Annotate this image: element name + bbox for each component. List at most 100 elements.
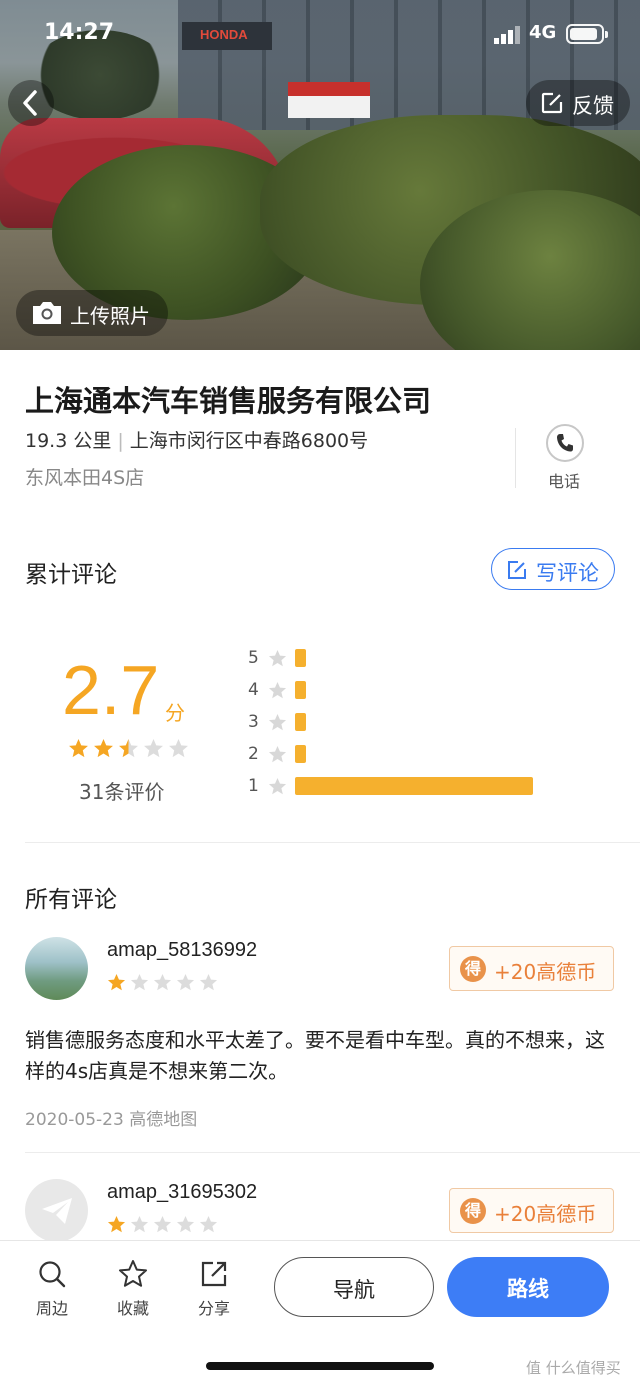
rating-star-icon xyxy=(144,739,163,758)
separator: | xyxy=(117,430,124,452)
rating-bar xyxy=(295,681,306,699)
place-distance: 19.3 公里 xyxy=(25,430,112,452)
rating-row-label: 2 xyxy=(248,744,259,764)
rating-score: 2.7 xyxy=(62,651,160,729)
review-star-icon xyxy=(107,1215,126,1233)
write-review-label: 写评论 xyxy=(536,561,599,585)
phone-button[interactable]: 电话 xyxy=(540,422,590,492)
review-star-icon xyxy=(176,973,195,991)
rating-row-4: 4 xyxy=(248,678,548,704)
place-category: 东风本田4S店 xyxy=(25,467,145,489)
place-name: 上海通本汽车销售服务有限公司 xyxy=(25,384,432,418)
rating-stars xyxy=(68,738,189,760)
rating-row-label: 4 xyxy=(248,680,259,700)
rating-row-label: 1 xyxy=(248,776,259,796)
review-username[interactable]: amap_31695302 xyxy=(107,1181,257,1204)
rating-row-label: 3 xyxy=(248,712,259,732)
share-label: 分享 xyxy=(197,1299,230,1318)
phone-icon xyxy=(557,434,573,452)
divider xyxy=(25,1152,640,1153)
camera-icon xyxy=(33,302,61,324)
navigate-button[interactable]: 导航 xyxy=(274,1257,434,1317)
write-review-button[interactable]: 写评论 xyxy=(491,548,615,590)
feedback-button[interactable]: 反馈 xyxy=(526,80,630,126)
nearby-button[interactable]: 周边 xyxy=(24,1259,80,1319)
review-star-icon xyxy=(130,1215,149,1233)
rating-row-1: 1 xyxy=(248,774,548,800)
divider xyxy=(25,842,640,843)
status-bar: 14:27 4G xyxy=(0,0,640,70)
rating-row-label: 5 xyxy=(248,648,259,668)
place-address-line: 19.3 公里 | 上海市闵行区中春路6800号 xyxy=(25,426,368,453)
rating-distribution: 5 4 3 2 1 xyxy=(248,646,548,806)
photo-honda-sign xyxy=(288,82,370,118)
rating-star-icon xyxy=(119,739,138,758)
status-time: 14:27 xyxy=(44,20,115,45)
cell-signal-icon xyxy=(494,26,520,44)
star-icon xyxy=(268,777,287,795)
phone-icon-circle xyxy=(546,424,584,462)
rating-score-unit: 分 xyxy=(165,701,185,725)
review-text: 销售德服务态度和水平太差了。要不是看中车型。真的不想来，这样的4s店真是不想来第… xyxy=(25,1028,605,1083)
upload-photo-button[interactable]: 上传照片 xyxy=(16,290,168,336)
reward-coins-label: +20高德币 xyxy=(494,1202,597,1226)
rating-star-icon xyxy=(69,739,88,758)
review-star-icon xyxy=(107,973,126,991)
rating-bar xyxy=(295,777,533,795)
user-avatar[interactable] xyxy=(25,937,88,1000)
feedback-label: 反馈 xyxy=(572,94,614,118)
rating-star-icon xyxy=(94,739,113,758)
star-icon xyxy=(119,1260,147,1287)
paper-plane-icon xyxy=(42,1198,72,1224)
all-reviews-title: 所有评论 xyxy=(25,887,117,913)
review-stars xyxy=(107,1215,218,1234)
reward-coins-button[interactable]: 得 +20高德币 xyxy=(449,1188,614,1233)
favorite-label: 收藏 xyxy=(116,1299,149,1318)
rating-count: 31条评价 xyxy=(79,780,165,804)
network-type: 4G xyxy=(529,22,557,43)
chevron-left-icon xyxy=(23,90,37,116)
share-button[interactable]: 分享 xyxy=(186,1259,242,1319)
star-icon xyxy=(268,745,287,763)
user-avatar[interactable] xyxy=(25,1179,88,1242)
rating-bar xyxy=(295,649,306,667)
divider xyxy=(515,428,516,488)
reviews-summary-title: 累计评论 xyxy=(25,562,117,588)
review-meta: 2020-05-23 高德地图 xyxy=(25,1110,198,1130)
rating-row-2: 2 xyxy=(248,742,548,768)
star-icon xyxy=(268,681,287,699)
nearby-label: 周边 xyxy=(35,1299,68,1318)
battery-icon xyxy=(566,24,608,44)
review-star-icon xyxy=(199,973,218,991)
reward-coins-button[interactable]: 得 +20高德币 xyxy=(449,946,614,991)
navigate-label: 导航 xyxy=(333,1278,375,1302)
route-label: 路线 xyxy=(507,1277,549,1301)
review-star-icon xyxy=(153,973,172,991)
search-icon xyxy=(39,1261,66,1288)
place-address[interactable]: 上海市闵行区中春路6800号 xyxy=(130,430,368,452)
reward-coins-label: +20高德币 xyxy=(494,960,597,984)
star-icon xyxy=(268,713,287,731)
review-star-icon xyxy=(176,1215,195,1233)
watermark: 值 什么值得买 xyxy=(526,1359,621,1377)
review-stars xyxy=(107,973,218,992)
coin-icon: 得 xyxy=(460,1198,486,1224)
route-button[interactable]: 路线 xyxy=(447,1257,609,1317)
back-button[interactable] xyxy=(8,80,54,126)
rating-row-5: 5 xyxy=(248,646,548,672)
review-username[interactable]: amap_58136992 xyxy=(107,939,257,962)
review-star-icon xyxy=(153,1215,172,1233)
rating-star-icon xyxy=(169,739,188,758)
phone-label: 电话 xyxy=(548,472,581,491)
coin-icon: 得 xyxy=(460,956,486,982)
rating-row-3: 3 xyxy=(248,710,548,736)
share-icon xyxy=(201,1261,227,1287)
rating-bar xyxy=(295,713,306,731)
review-star-icon xyxy=(199,1215,218,1233)
favorite-button[interactable]: 收藏 xyxy=(105,1259,161,1319)
rating-bar xyxy=(295,745,306,763)
edit-icon xyxy=(508,561,526,579)
home-indicator[interactable] xyxy=(206,1362,434,1370)
review-star-icon xyxy=(130,973,149,991)
upload-photo-label: 上传照片 xyxy=(70,304,150,328)
